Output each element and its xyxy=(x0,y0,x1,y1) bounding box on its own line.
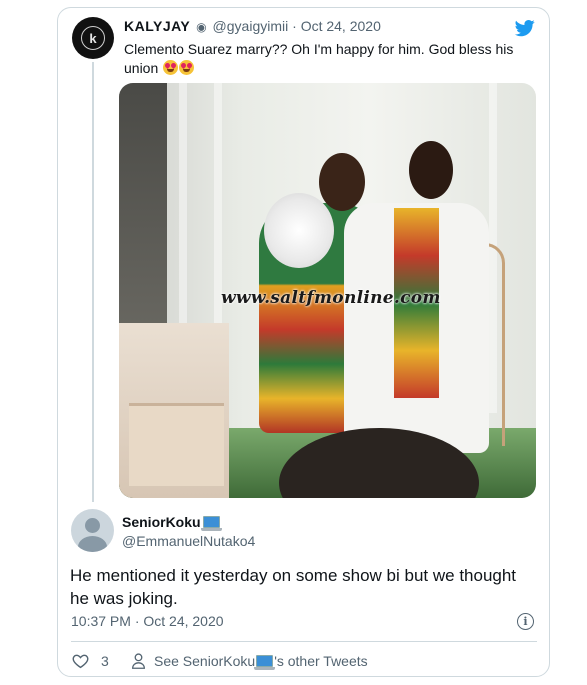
seniorkoku-avatar[interactable] xyxy=(71,509,114,552)
laptop-emoji-icon xyxy=(200,516,222,531)
like-button[interactable]: 3 xyxy=(72,652,109,669)
verified-ghost-icon: ◉ xyxy=(196,20,207,34)
tweet-text: Clemento Suarez marry?? Oh I'm happy for… xyxy=(124,40,519,78)
tweet-header: KALYJAY ◉ @gyaigyimii · Oct 24, 2020 xyxy=(124,18,381,34)
heart-eyes-emoji-icon xyxy=(179,60,195,75)
reply-author-name[interactable]: SeniorKoku xyxy=(122,514,201,530)
like-count: 3 xyxy=(101,652,109,669)
gift-boxes xyxy=(129,403,224,486)
reply-timestamp[interactable]: 10:37 PM · Oct 24, 2020 xyxy=(71,613,224,629)
reply-author-name-row[interactable]: SeniorKoku xyxy=(122,514,222,531)
laptop-emoji-icon xyxy=(254,654,276,670)
k-logo-icon: k xyxy=(81,26,105,50)
info-icon[interactable]: i xyxy=(517,613,534,630)
reply-author-handle[interactable]: @EmmanuelNutako4 xyxy=(122,533,255,549)
groom-head xyxy=(409,141,453,199)
heart-outline-icon xyxy=(72,654,89,668)
twitter-bird-icon[interactable] xyxy=(514,18,536,38)
header-separator: · xyxy=(292,18,297,34)
bride-head xyxy=(319,153,365,211)
tweet-photo[interactable]: www.saltfmonline.com xyxy=(119,83,536,498)
thread-line xyxy=(92,62,94,502)
default-avatar-body xyxy=(78,536,107,552)
see-other-prefix: See SeniorKoku xyxy=(154,652,256,669)
default-avatar-head xyxy=(85,518,100,533)
kalyjay-avatar[interactable]: k xyxy=(72,17,114,59)
tweet-author-handle[interactable]: @gyaigyimii xyxy=(213,18,289,34)
feather-fan xyxy=(264,193,334,268)
person-outline-icon xyxy=(132,652,145,669)
see-other-suffix: 's other Tweets xyxy=(274,652,368,669)
heart-eyes-emoji-icon xyxy=(163,60,179,75)
reply-text: He mentioned it yesterday on some show b… xyxy=(70,566,517,608)
see-other-tweets-link[interactable]: See SeniorKoku 's other Tweets xyxy=(131,652,368,670)
photo-watermark: www.saltfmonline.com xyxy=(221,288,441,308)
tweet-date[interactable]: Oct 24, 2020 xyxy=(301,18,381,34)
tweet-author-name[interactable]: KALYJAY xyxy=(124,18,190,34)
divider xyxy=(71,641,537,642)
